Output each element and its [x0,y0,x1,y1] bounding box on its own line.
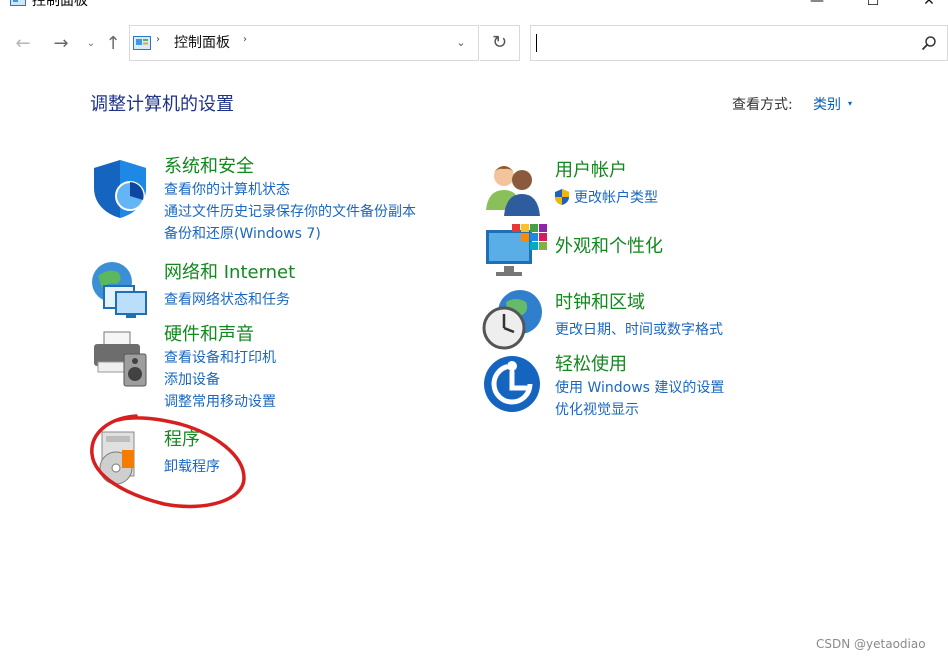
ease-of-access-icon[interactable] [482,352,546,416]
link-change-date-time-format[interactable]: 更改日期、时间或数字格式 [555,321,723,339]
category-title-ease-of-access[interactable]: 轻松使用 [555,353,627,377]
minimize-button[interactable]: — [794,0,840,12]
link-optimize-visual-display[interactable]: 优化视觉显示 [555,401,639,419]
link-devices-printers[interactable]: 查看设备和打印机 [164,349,276,367]
page-title: 调整计算机的设置 [90,94,234,115]
uac-shield-icon [555,189,569,205]
address-bar[interactable]: › 控制面板 › ⌄ [129,25,479,61]
title-bar: 控制面板 — ☐ ✕ [0,0,948,14]
link-network-status-tasks[interactable]: 查看网络状态和任务 [164,291,290,309]
category-title-user-accounts[interactable]: 用户帐户 [555,159,627,183]
maximize-button[interactable]: ☐ [850,0,896,12]
printer-speaker-icon[interactable] [90,326,154,390]
clock-globe-icon[interactable] [482,288,546,352]
category-title-appearance-personalization[interactable]: 外观和个性化 [555,235,663,259]
network-globe-icon[interactable] [88,258,152,322]
recent-locations-button[interactable]: ⌄ [80,32,102,56]
link-add-device[interactable]: 添加设备 [164,371,220,389]
monitor-colors-icon[interactable] [484,222,548,286]
search-icon[interactable] [921,35,937,51]
window-title: 控制面板 [32,0,88,9]
link-file-history-backup[interactable]: 通过文件历史记录保存你的文件备份副本 [164,203,416,221]
breadcrumb-separator[interactable]: › [156,34,160,45]
category-title-system-security[interactable]: 系统和安全 [164,155,254,179]
category-title-hardware-sound[interactable]: 硬件和声音 [164,323,254,347]
red-annotation-circle [90,414,246,509]
up-button[interactable]: ↑ [102,32,124,56]
category-title-clock-region[interactable]: 时钟和区域 [555,291,645,315]
search-box[interactable] [530,25,948,61]
text-caret [536,34,537,52]
link-change-account-type[interactable]: 更改帐户类型 [574,189,658,207]
forward-button[interactable]: → [50,32,72,56]
watermark-text: CSDN @yetaodiao [816,637,926,651]
search-input[interactable] [535,30,909,58]
address-dropdown-button[interactable]: ⌄ [450,33,472,53]
view-by-label: 查看方式: [732,97,793,113]
users-icon[interactable] [482,158,546,222]
breadcrumb-separator[interactable]: › [243,34,247,45]
dropdown-caret-icon[interactable]: ▾ [848,99,852,109]
category-title-network-internet[interactable]: 网络和 Internet [164,261,295,285]
back-button[interactable]: ← [12,32,34,56]
control-panel-icon [133,36,151,50]
view-by-dropdown[interactable]: 类别 [813,95,841,115]
link-view-computer-status[interactable]: 查看你的计算机状态 [164,181,290,199]
breadcrumb-control-panel[interactable]: 控制面板 [174,34,230,52]
control-panel-icon [10,0,26,6]
link-backup-restore[interactable]: 备份和还原(Windows 7) [164,225,321,243]
refresh-button[interactable]: ↻ [480,25,520,61]
link-windows-recommended-settings[interactable]: 使用 Windows 建议的设置 [555,379,724,397]
shield-icon[interactable] [90,156,154,220]
close-button[interactable]: ✕ [906,0,948,12]
